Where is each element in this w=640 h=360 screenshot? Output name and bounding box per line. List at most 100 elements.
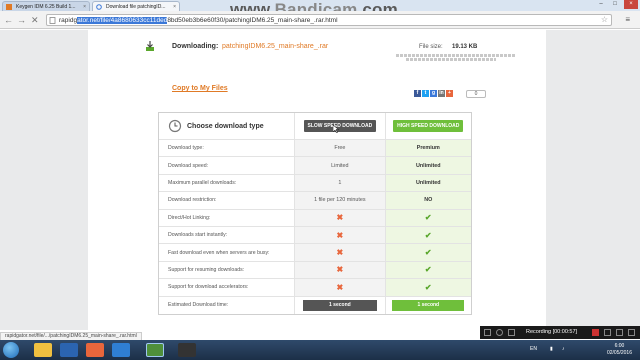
file-explorer-icon[interactable]: [34, 343, 52, 357]
copy-to-my-files-link[interactable]: Copy to My Files: [172, 85, 228, 92]
network-icon[interactable]: ▮: [550, 346, 553, 352]
menu-icon[interactable]: ≡: [625, 15, 630, 24]
high-value: Unlimited: [384, 174, 471, 192]
table-row: Direct/Hot Linking: ✖ ✔: [159, 209, 471, 227]
row-label: Download restriction:: [168, 197, 217, 204]
pause-icon[interactable]: [508, 329, 515, 336]
high-value: Premium: [384, 140, 471, 157]
x-mark-icon: ✖: [336, 282, 344, 292]
settings-icon[interactable]: [484, 329, 491, 336]
table-header-row: Choose download type SLOW SPEED DOWNLOAD…: [159, 113, 471, 140]
file-hash-text: [406, 58, 496, 61]
row-label: Download speed:: [168, 162, 209, 169]
minimize-icon[interactable]: –: [594, 0, 608, 9]
bookmark-star-icon[interactable]: ☆: [601, 15, 608, 24]
file-hash-text: [396, 54, 516, 57]
slow-value: Limited: [294, 157, 385, 174]
tab-label: Keygen IDM 6.25 Build 1...: [16, 4, 76, 10]
stop-icon[interactable]: [592, 329, 599, 336]
check-mark-icon: ✔: [424, 282, 432, 292]
high-estimated-time: 1 second: [392, 299, 465, 311]
page-icon: [6, 4, 12, 10]
google-icon[interactable]: g: [430, 90, 437, 97]
x-mark-icon: ✖: [336, 265, 344, 275]
record-icon[interactable]: [496, 329, 503, 336]
chrome-icon[interactable]: [146, 343, 164, 357]
tab-download-file[interactable]: Download file patchingID... ×: [92, 1, 180, 11]
choose-download-type-title: Choose download type: [187, 122, 264, 130]
check-mark-icon: ✔: [424, 265, 432, 275]
bandicam-icon[interactable]: [178, 343, 196, 357]
table-row: Download restriction: 1 file per 120 min…: [159, 192, 471, 210]
browser-toolbar: ← → ✕ rapidgator.net/file/4a8680633cc11d…: [0, 11, 640, 29]
reload-icon[interactable]: ✕: [31, 15, 39, 25]
table-row: Fast download even when servers are busy…: [159, 244, 471, 262]
bandicam-recording-bar: Recording [00:00:57]: [480, 326, 640, 339]
high-speed-download-button[interactable]: HIGH SPEED DOWNLOAD: [393, 120, 464, 132]
browser-title-bar: Keygen IDM 6.25 Build 1... × Download fi…: [0, 0, 640, 19]
maximize-icon[interactable]: □: [608, 0, 622, 9]
slow-value: 1 file per 120 minutes: [294, 192, 385, 209]
close-icon[interactable]: [628, 329, 635, 336]
linkedin-icon[interactable]: in: [438, 90, 445, 97]
x-mark-icon: ✖: [336, 230, 344, 240]
close-icon[interactable]: ×: [83, 2, 86, 11]
facebook-icon[interactable]: f: [414, 90, 421, 97]
close-icon[interactable]: ×: [173, 2, 176, 11]
high-value: Unlimited: [384, 157, 471, 174]
minimize-icon[interactable]: [616, 329, 623, 336]
address-bar[interactable]: rapidgator.net/file/4a8680633cc11ded8bd5…: [46, 14, 612, 26]
twitter-icon[interactable]: t: [422, 90, 429, 97]
row-label: Fast download even when servers are busy…: [168, 249, 270, 256]
row-label: Estimated Download time:: [168, 302, 229, 309]
media-player-icon[interactable]: [86, 343, 104, 357]
check-mark-icon: ✔: [424, 230, 432, 240]
windows-media-icon[interactable]: [60, 343, 78, 357]
table-row: Downloads start instantly: ✖ ✔: [159, 226, 471, 245]
table-row: Download type: Free Premium: [159, 140, 471, 158]
share-more-icon[interactable]: +: [446, 90, 453, 97]
windows-taskbar: EN ▮ ♪ 6:00 02/05/2016: [0, 340, 640, 360]
table-row: Estimated Download time: 1 second 1 seco…: [159, 296, 471, 314]
high-value: NO: [384, 192, 471, 209]
language-indicator[interactable]: EN: [530, 346, 537, 352]
row-label: Downloads start instantly:: [168, 232, 228, 239]
table-row: Maximum parallel downloads: 1 Unlimited: [159, 174, 471, 193]
page-background: Downloading: patchingIDM6.25_main-share_…: [0, 30, 640, 330]
file-size-value: 19.13 KB: [452, 44, 478, 50]
slow-value: Free: [294, 140, 385, 157]
row-label: Maximum parallel downloads:: [168, 179, 237, 186]
start-button-icon[interactable]: [3, 342, 19, 358]
row-label: Support for download accelerators:: [168, 284, 249, 291]
recording-timer: Recording [00:00:57]: [526, 329, 578, 335]
tab-keygen[interactable]: Keygen IDM 6.25 Build 1... ×: [2, 1, 90, 11]
check-mark-icon: ✔: [424, 213, 432, 223]
x-mark-icon: ✖: [336, 213, 344, 223]
forward-icon[interactable]: →: [17, 15, 26, 25]
camera-icon[interactable]: [604, 329, 611, 336]
back-icon[interactable]: ←: [4, 15, 13, 25]
download-icon: [146, 41, 154, 51]
row-label: Support for resuming downloads:: [168, 266, 245, 273]
browser-ie-icon[interactable]: [112, 343, 130, 357]
share-count: 0: [466, 90, 486, 98]
slow-estimated-time: 1 second: [302, 299, 377, 311]
check-mark-icon: ✔: [424, 248, 432, 258]
slow-speed-download-button[interactable]: SLOW SPEED DOWNLOAD: [303, 120, 376, 133]
table-row: Download speed: Limited Unlimited: [159, 157, 471, 175]
download-filename: patchingIDM6.25_main-share_.rar: [222, 43, 329, 50]
row-label: Direct/Hot Linking:: [168, 214, 211, 221]
slow-value: 1: [294, 174, 385, 192]
download-type-table: Choose download type SLOW SPEED DOWNLOAD…: [158, 112, 472, 315]
taskbar-clock[interactable]: 6:00 02/05/2016: [607, 343, 632, 357]
close-window-icon[interactable]: ×: [624, 0, 638, 9]
system-tray: EN ▮ ♪ 6:00 02/05/2016: [510, 340, 640, 360]
x-mark-icon: ✖: [336, 248, 344, 258]
volume-icon[interactable]: ♪: [562, 346, 565, 352]
loading-icon: [96, 4, 102, 10]
mouse-cursor-icon: [332, 125, 339, 133]
url-text[interactable]: rapidgator.net/file/4a8680633cc11ded8bd5…: [59, 16, 338, 25]
clock-icon: [168, 119, 182, 133]
content-panel: Downloading: patchingIDM6.25_main-share_…: [88, 30, 546, 330]
table-row: Support for download accelerators: ✖ ✔: [159, 279, 471, 297]
